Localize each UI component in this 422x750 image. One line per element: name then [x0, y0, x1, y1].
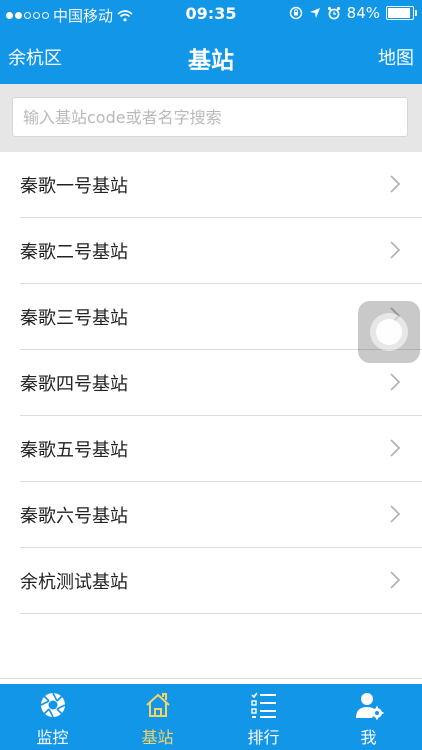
tab-ranking[interactable]: 排行: [211, 684, 316, 750]
location-arrow-icon: [309, 8, 320, 18]
list-item-label: 余杭测试基站: [20, 572, 128, 593]
tab-monitor[interactable]: 监控: [0, 684, 105, 750]
chevron-right-icon: [390, 373, 401, 391]
list-icon: [251, 692, 276, 718]
chevron-right-icon: [390, 241, 401, 259]
tab-label: 排行: [247, 728, 280, 747]
battery-percent: 84%: [346, 4, 380, 22]
status-right: 84%: [289, 4, 417, 22]
list-item[interactable]: 秦歌一号基站: [0, 152, 422, 218]
divider: [20, 613, 422, 614]
nav-bar: 余杭区 基站 地图: [0, 28, 422, 84]
list-item-label: 秦歌三号基站: [20, 308, 128, 329]
aperture-icon: [40, 692, 66, 718]
list-item[interactable]: 秦歌四号基站: [0, 350, 422, 416]
search-input[interactable]: [23, 98, 393, 136]
list-item[interactable]: 秦歌二号基站: [0, 218, 422, 284]
list-item[interactable]: 秦歌六号基站: [0, 482, 422, 548]
top-bar: 中国移动 09:35 84% 余杭区 基站 地图: [0, 0, 422, 84]
list-item[interactable]: 秦歌五号基站: [0, 416, 422, 482]
tab-label: 基站: [141, 728, 174, 747]
list-item-label: 秦歌五号基站: [20, 440, 128, 461]
user-settings-icon: [356, 693, 384, 720]
station-list: 秦歌一号基站 秦歌二号基站 秦歌三号基站 秦歌四号基站 秦歌五号基站 秦歌六号基…: [0, 152, 422, 614]
tab-stations[interactable]: 基站: [105, 684, 210, 750]
assistive-touch-core-icon: [376, 319, 402, 345]
chevron-right-icon: [390, 175, 401, 193]
list-item-label: 秦歌二号基站: [20, 242, 128, 263]
chevron-right-icon: [390, 505, 401, 523]
chevron-right-icon: [390, 571, 401, 589]
search-bar: [0, 84, 422, 152]
list-item-label: 秦歌六号基站: [20, 506, 128, 527]
list-item[interactable]: 余杭测试基站: [0, 548, 422, 614]
status-bar: 中国移动 09:35 84%: [0, 0, 422, 28]
search-box: [12, 97, 408, 137]
tab-bar: 监控 基站 排行 我: [0, 678, 422, 750]
map-button[interactable]: 地图: [378, 44, 414, 70]
rotation-lock-icon: [289, 6, 302, 20]
tab-me[interactable]: 我: [316, 684, 421, 750]
assistive-touch-button[interactable]: [358, 301, 420, 363]
page-title: 基站: [188, 48, 234, 74]
list-item-label: 秦歌四号基站: [20, 374, 128, 395]
alarm-clock-icon: [327, 6, 340, 20]
chevron-right-icon: [390, 439, 401, 457]
home-icon: [146, 693, 170, 717]
tab-label: 监控: [36, 728, 69, 747]
battery-icon: [386, 6, 417, 20]
tab-label: 我: [360, 728, 377, 747]
list-item-label: 秦歌一号基站: [20, 176, 128, 197]
